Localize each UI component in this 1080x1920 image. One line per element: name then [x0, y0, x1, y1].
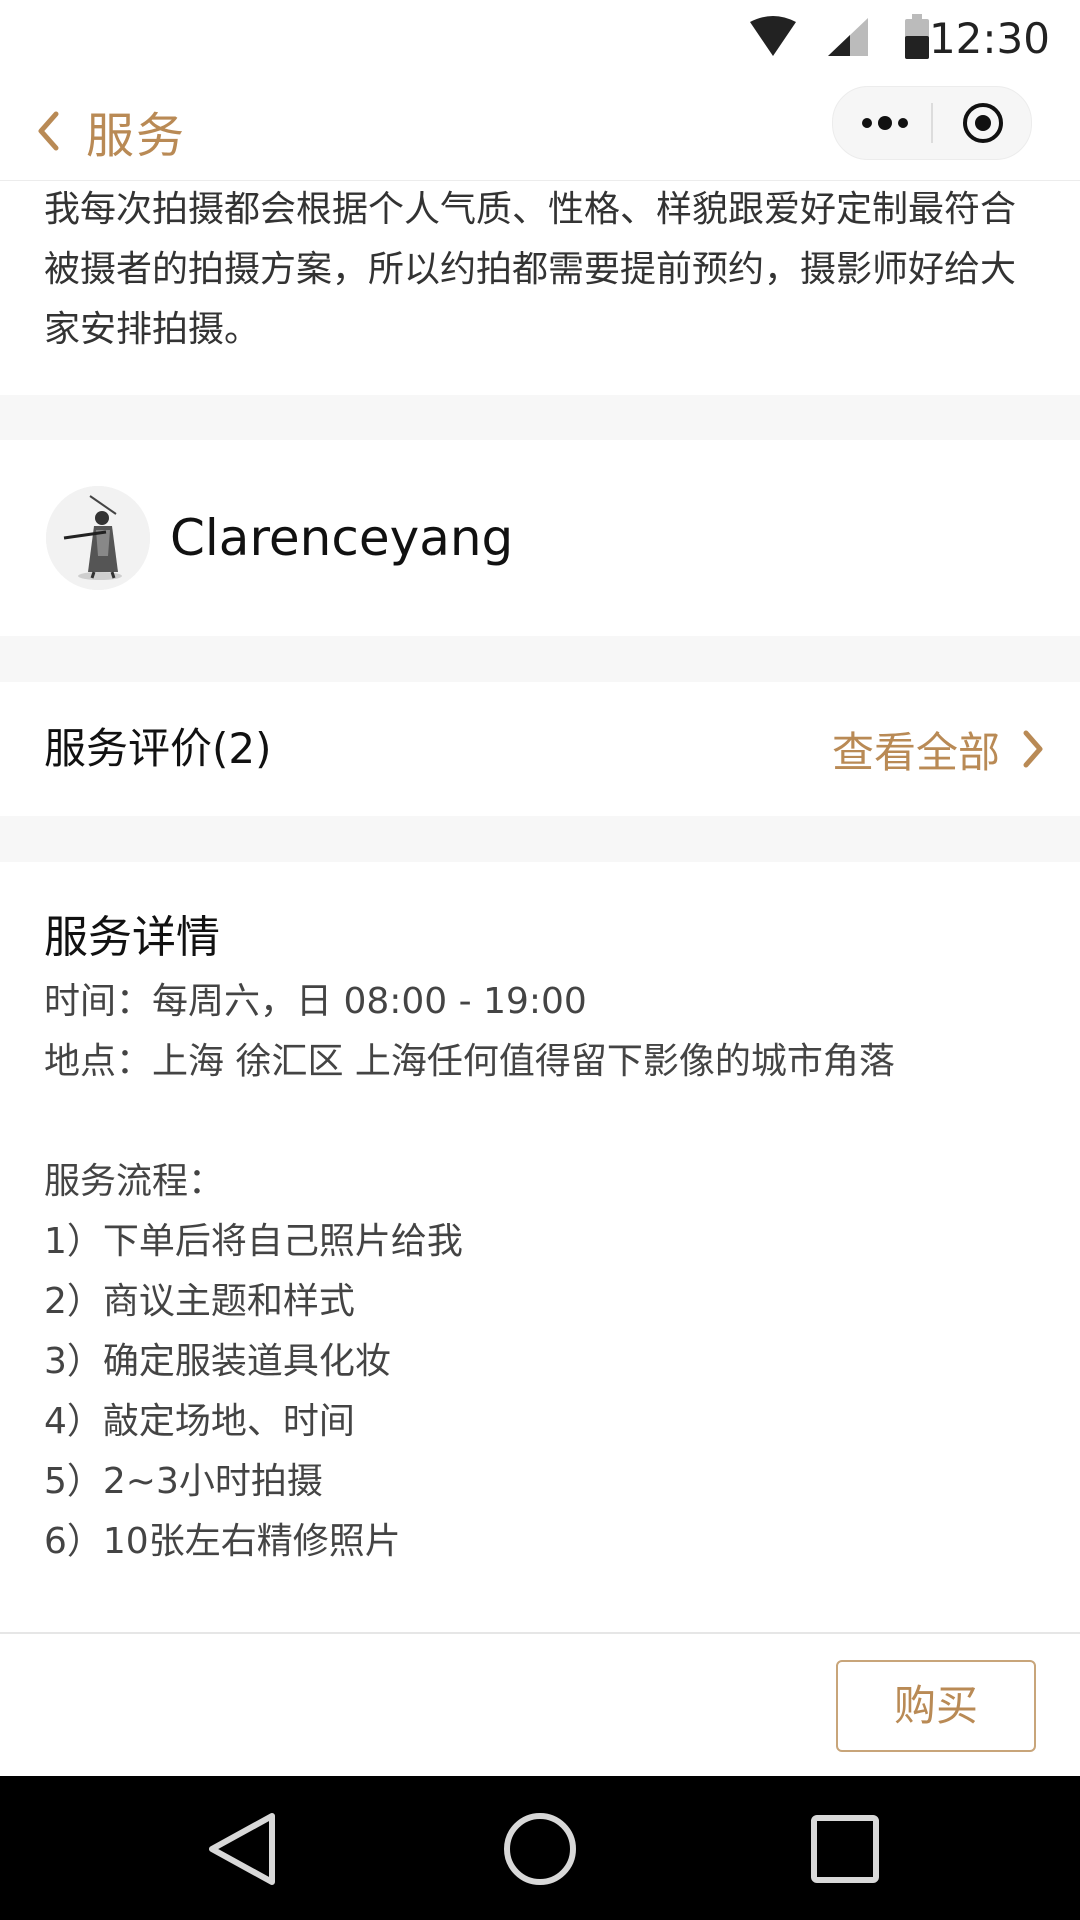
- system-nav-bar: [0, 1776, 1080, 1920]
- service-location: 地点：上海 徐汇区 上海任何值得留下影像的城市角落: [44, 1041, 895, 1082]
- avatar-image: [46, 486, 150, 590]
- status-bar: 12:30: [0, 0, 1080, 78]
- view-all-label: 查看全部: [831, 727, 1000, 777]
- signal-icon: [828, 18, 868, 56]
- target-icon[interactable]: [961, 101, 1005, 145]
- bottom-action-bar: 购买: [0, 1632, 1080, 1778]
- avatar[interactable]: [46, 486, 150, 590]
- section-divider: [0, 636, 1080, 682]
- more-dots-icon[interactable]: [857, 107, 913, 139]
- wifi-icon: [750, 16, 796, 56]
- mini-program-capsule: [832, 86, 1032, 160]
- service-intro-text: 我每次拍摄都会根据个人气质、性格、样貌跟爱好定制最符合被摄者的拍摄方案，所以约拍…: [44, 189, 1017, 350]
- details-title: 服务详情: [44, 912, 220, 963]
- process-step: 6）10张左右精修照片: [44, 1521, 401, 1562]
- process-step: 5）2~3小时拍摄: [44, 1461, 323, 1502]
- chevron-left-icon: [38, 111, 59, 151]
- page-title: 服务: [86, 108, 187, 164]
- buy-button[interactable]: 购买: [836, 1660, 1036, 1752]
- reviews-row: 服务评价(2) 查看全部: [0, 682, 1080, 816]
- service-details: 服务详情 时间：每周六，日 08:00 - 19:00 地点：上海 徐汇区 上海…: [0, 862, 1080, 1632]
- photographer-profile[interactable]: Clarenceyang: [0, 440, 1080, 636]
- capsule-divider: [931, 103, 933, 143]
- back-button[interactable]: 服务: [36, 96, 186, 166]
- reviews-title: 服务评价(2): [44, 724, 272, 773]
- home-circle-icon[interactable]: [495, 1804, 585, 1894]
- back-triangle-icon[interactable]: [198, 1804, 288, 1894]
- recents-square-icon[interactable]: [800, 1804, 890, 1894]
- photographer-name: Clarenceyang: [170, 509, 514, 567]
- process-step: 2）商议主题和样式: [44, 1281, 355, 1322]
- status-time: 12:30: [928, 14, 1050, 63]
- chevron-right-icon: [1023, 730, 1043, 768]
- process-step: 3）确定服装道具化妆: [44, 1341, 391, 1382]
- process-step: 4）敲定场地、时间: [44, 1401, 355, 1442]
- nav-bar: 服务: [0, 78, 1080, 181]
- battery-icon: [905, 14, 929, 59]
- view-all-reviews-link[interactable]: 查看全部: [832, 714, 1044, 784]
- service-time: 时间：每周六，日 08:00 - 19:00: [44, 981, 587, 1022]
- process-step: 1）下单后将自己照片给我: [44, 1221, 463, 1262]
- process-title: 服务流程：: [44, 1161, 225, 1202]
- section-divider: [0, 816, 1080, 862]
- section-divider: [0, 395, 1080, 440]
